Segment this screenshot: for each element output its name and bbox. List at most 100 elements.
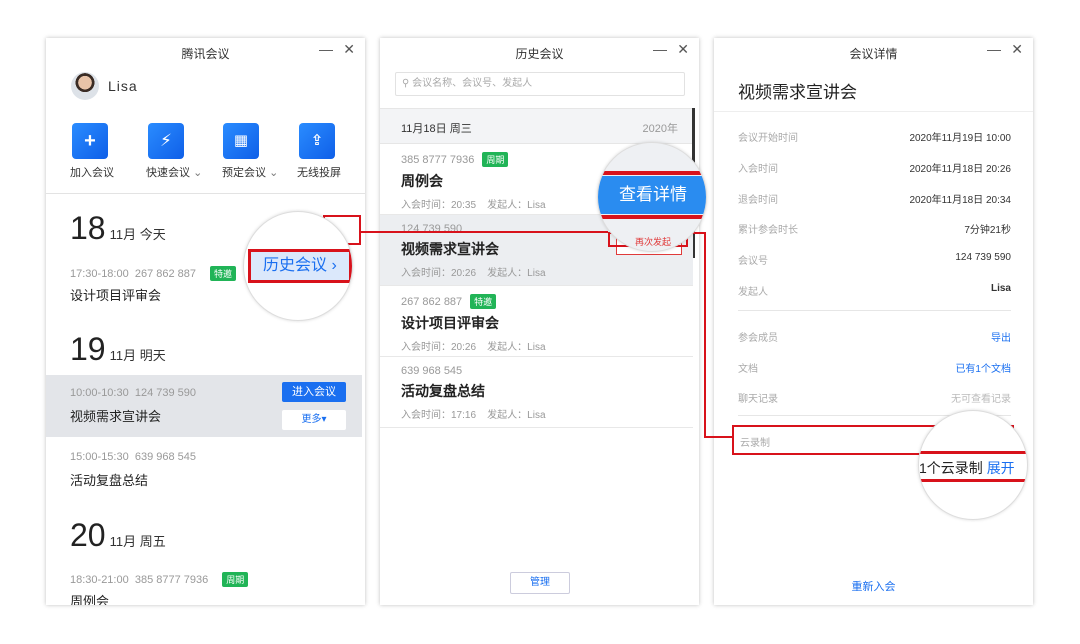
join-meeting-label: 加入会议: [70, 167, 114, 179]
meeting-badge: 特邀: [470, 294, 497, 309]
search-icon: ⚲: [402, 78, 410, 89]
history-item[interactable]: 639 968 545 活动复盘总结入会时间：17:16 发起人：Lisa: [380, 357, 693, 428]
meeting-title[interactable]: 活动复盘总结: [70, 470, 148, 489]
detail-label: 会议开始时间: [738, 133, 798, 144]
avatar[interactable]: [71, 72, 99, 100]
detail-row: 会议开始时间 2020年11月19日 10:00: [738, 129, 1011, 144]
search-input[interactable]: ⚲ 会议名称、会议号、发起人: [395, 72, 685, 96]
detail-label: 累计参会时长: [738, 225, 798, 237]
detail-row: 发起人 Lisa: [738, 283, 1011, 298]
schedule-meeting-label[interactable]: 预定会议 ⌄: [222, 164, 278, 180]
view-details-button[interactable]: 查看详情: [598, 176, 706, 214]
detail-row: 入会时间 2020年11月18日 20:26: [738, 160, 1011, 175]
annotation-line: [704, 232, 706, 438]
divider: [714, 111, 1033, 112]
chevron-down-icon: ⌄: [193, 167, 203, 179]
detail-row: 聊天记录 无可查看记录: [738, 390, 1011, 405]
minimize-icon[interactable]: —: [987, 41, 1001, 57]
detail-value: 7分钟21秒: [964, 225, 1011, 237]
window-title: 历史会议: [515, 47, 564, 61]
detail-value: 2020年11月19日 10:00: [909, 133, 1011, 144]
history-item[interactable]: 267 862 887 特邀 设计项目评审会入会时间：20:26 发起人：Lisa: [380, 286, 693, 357]
day-header: 18 11月 今天: [70, 210, 166, 246]
quick-meeting-label[interactable]: 快速会议 ⌄: [146, 164, 202, 180]
minimize-icon[interactable]: —: [319, 41, 333, 57]
meeting-meta: 入会时间：20:26 发起人：Lisa: [401, 268, 546, 279]
meeting-meta: 入会时间：20:26 发起人：Lisa: [401, 342, 546, 353]
detail-value: Lisa: [990, 283, 1011, 294]
meeting-id: 267 862 887 特邀: [401, 294, 693, 309]
day-header: 20 11月 周五: [70, 517, 166, 553]
detail-row: 会议号 124 739 590: [738, 252, 1011, 267]
chevron-right-icon: ›: [331, 257, 337, 274]
magnifier: 查看详情 再次发起: [597, 142, 707, 252]
meeting-meta: 15:00-15:30 639 968 545: [70, 451, 197, 463]
magnifier: 历史会议 ›: [243, 211, 353, 321]
main-window: 腾讯会议 — ✕ Lisa + 加入会议 ⚡ 快速会议 ⌄ ▦ 预定会议 ⌄ ⇪…: [46, 38, 365, 605]
more-button[interactable]: 更多▾: [282, 410, 346, 430]
meeting-meta: 18:30-21:00 385 8777 7936 周期: [70, 572, 249, 587]
expand-link[interactable]: 展开: [987, 460, 1015, 476]
detail-label: 会议号: [738, 256, 768, 268]
detail-row: 参会成员 导出: [738, 329, 1011, 344]
meeting-meta: 17:30-18:00 267 862 887 特邀: [70, 266, 237, 281]
magnifier: 1个云录制 展开: [918, 410, 1028, 520]
meeting-title: 视频需求宣讲会: [738, 83, 857, 102]
recurring-badge: 周期: [222, 572, 249, 587]
detail-label: 聊天记录: [738, 394, 778, 405]
meeting-meta: 入会时间：17:16 发起人：Lisa: [401, 410, 546, 421]
meeting-title: 活动复盘总结: [401, 383, 485, 399]
detail-row: 累计参会时长 7分钟21秒: [738, 221, 1011, 236]
chevron-down-icon: ⌄: [269, 167, 279, 179]
screen-cast-label: 无线投屏: [297, 167, 341, 179]
meeting-badge: 周期: [482, 152, 509, 167]
plus-icon: +: [84, 130, 96, 152]
annotation-line: [360, 231, 608, 233]
detail-value: 2020年11月18日 20:26: [909, 163, 1011, 175]
rejoin-button[interactable]: 重新入会: [714, 578, 1033, 594]
detail-action: 无可查看记录: [951, 394, 1011, 405]
enter-meeting-button[interactable]: 进入会议: [282, 382, 346, 402]
screen-cast-button[interactable]: ⇪: [299, 123, 335, 159]
meeting-title: 视频需求宣讲会: [70, 409, 162, 424]
annotation-arrow: [704, 436, 732, 438]
close-icon[interactable]: ✕: [677, 41, 689, 58]
join-meeting-button[interactable]: +: [72, 123, 108, 159]
schedule-meeting-button[interactable]: ▦: [223, 123, 259, 159]
relaunch-button[interactable]: 再次发起: [598, 235, 706, 248]
detail-row: 文档 已有1个文档: [738, 360, 1011, 375]
detail-label: 入会时间: [738, 163, 778, 175]
detail-label: 参会成员: [738, 333, 778, 344]
detail-window: 会议详情 — ✕ 视频需求宣讲会 会议开始时间 2020年11月19日 10:00…: [714, 38, 1033, 605]
lightning-icon: ⚡: [160, 131, 172, 150]
history-window: 历史会议 — ✕ ⚲ 会议名称、会议号、发起人 11月18日 周三 2020年 …: [380, 38, 699, 605]
divider: [46, 193, 365, 194]
manage-button[interactable]: 管理: [510, 572, 570, 594]
history-meetings-link[interactable]: 历史会议 ›: [248, 249, 352, 283]
invite-badge: 特邀: [210, 266, 237, 281]
window-title: 会议详情: [849, 47, 898, 61]
screen-cast-icon: ⇪: [310, 132, 324, 149]
detail-value: 2020年11月18日 20:34: [909, 194, 1011, 206]
meeting-title[interactable]: 设计项目评审会: [70, 285, 161, 304]
divider: [738, 310, 1011, 311]
meeting-meta: 10:00-10:30 124 739 590: [70, 387, 197, 399]
meeting-id: 639 968 545: [401, 365, 463, 377]
detail-label: 退会时间: [738, 194, 778, 206]
detail-action[interactable]: 已有1个文档: [955, 360, 1011, 375]
user-name: Lisa: [108, 78, 138, 94]
detail-label: 发起人: [738, 287, 768, 298]
day-header: 19 11月 明天: [70, 331, 166, 367]
quick-meeting-button[interactable]: ⚡: [148, 123, 184, 159]
detail-label: 文档: [738, 363, 758, 375]
detail-value: 124 739 590: [955, 252, 1011, 264]
calendar-icon: ▦: [233, 132, 249, 149]
detail-action[interactable]: 导出: [991, 329, 1011, 344]
date-header: 11月18日 周三 2020年: [380, 108, 693, 144]
minimize-icon[interactable]: —: [653, 41, 667, 57]
meeting-title[interactable]: 周例会: [70, 591, 109, 605]
detail-row: 退会时间 2020年11月18日 20:34: [738, 191, 1011, 206]
close-icon[interactable]: ✕: [343, 41, 355, 58]
close-icon[interactable]: ✕: [1011, 41, 1023, 58]
meeting-title: 设计项目评审会: [401, 315, 499, 331]
